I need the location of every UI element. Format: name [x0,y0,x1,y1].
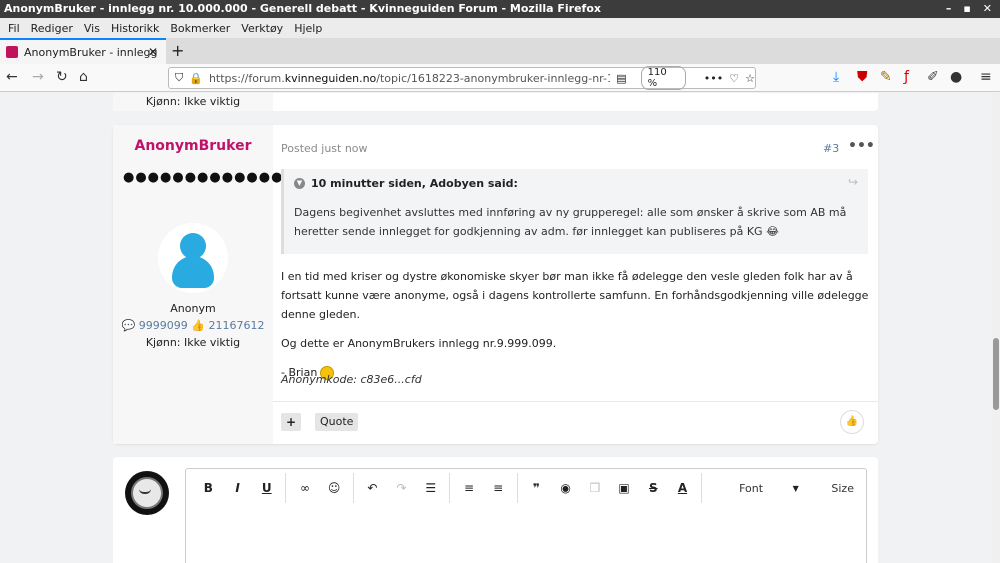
reload-icon[interactable]: ↻ [56,69,68,85]
site-favicon-icon [6,46,18,58]
text-color-icon[interactable]: A [672,481,693,495]
align-center-icon[interactable]: ≡ [488,481,509,495]
window-title: AnonymBruker - innlegg nr. 10.000.000 - … [4,2,601,15]
author-stats: 💬 9999099 👍 21167612 [113,319,273,332]
url-bar[interactable]: ⛉ 🔒 https://forum.kvinneguiden.no/topic/… [168,66,756,90]
downloads-icon[interactable]: ⤓ [833,69,839,85]
like-icon[interactable]: 👍 [840,410,864,434]
multiquote-button[interactable]: + [281,413,301,431]
post-paragraph: Og dette er AnonymBrukers innlegg nr.9.9… [281,337,557,350]
italic-icon[interactable]: I [227,481,248,495]
menu-bar: Fil Rediger Vis Historikk Bokmerker Verk… [0,18,1000,38]
font-dropdown-icon[interactable]: ▼ [786,484,805,493]
post-footer-divider [273,401,878,402]
reply-editor-card: B I U ∞ ☺ ↶ ↷ ☰ ≡ ≡ ❞ ◉ ❐ ▣ S A Font ▼ S… [113,457,878,563]
window-controls: – ▪ ✕ [946,0,992,18]
back-icon[interactable]: ← [6,69,18,85]
post-menu-icon[interactable]: ••• [848,138,875,154]
browser-tab[interactable]: AnonymBruker - innlegg ✕ [0,38,166,64]
bold-icon[interactable]: B [198,481,219,495]
quote-block: ▼ 10 minutter siden, Adobyen said: ↪ Dag… [281,169,868,254]
reply-editor[interactable]: B I U ∞ ☺ ↶ ↷ ☰ ≡ ≡ ❞ ◉ ❐ ▣ S A Font ▼ S… [185,468,867,563]
forward-icon[interactable]: → [32,69,44,85]
navigation-bar: ← → ↻ ⌂ ⛉ 🔒 https://forum.kvinneguiden.n… [0,64,1000,92]
shield-icon: ⛉ [175,71,184,84]
author-label: Anonym [170,302,216,315]
quote-header[interactable]: ▼ 10 minutter siden, Adobyen said: [294,177,518,190]
author-panel: AnonymBruker ●●●●●●●●●●●●●●● Anonym 💬 99… [113,125,309,444]
more-actions-icon[interactable]: ••• [704,72,723,85]
window-titlebar: AnonymBruker - innlegg nr. 10.000.000 - … [0,0,1000,18]
likes-count: 21167612 [208,319,265,332]
editor-toolbar: B I U ∞ ☺ ↶ ↷ ☰ ≡ ≡ ❞ ◉ ❐ ▣ S A Font ▼ S… [186,469,866,507]
share-arrow-icon[interactable]: ↪ [848,175,858,189]
flash-extension-icon[interactable]: ƒ [904,69,909,85]
previous-author-panel: Kjønn: Ikke viktig [113,93,273,111]
hamburger-menu-icon[interactable]: ≡ [980,69,992,85]
rank-dots: ●●●●●●●●●●●●●●● [123,170,309,185]
forum-post: AnonymBruker ●●●●●●●●●●●●●●● Anonym 💬 99… [113,125,878,444]
tab-close-icon[interactable]: ✕ [148,45,158,59]
anon-code: Anonymkode: c83e6...cfd [281,373,422,386]
paste-icon[interactable]: ▣ [613,481,634,495]
align-left-icon[interactable]: ≡ [458,481,479,495]
redo-icon[interactable]: ↷ [391,481,412,495]
quote-button[interactable]: Quote [315,413,359,431]
undo-icon[interactable]: ↶ [362,481,383,495]
quote-text: Dagens begivenhet avsluttes med innførin… [294,206,847,238]
preview-eye-icon[interactable]: ◉ [555,481,576,495]
quote-citation: 10 minutter siden, Adobyen said: [311,177,518,190]
menu-file[interactable]: Fil [4,22,27,35]
account-icon[interactable]: ● [950,69,962,85]
minimize-button[interactable]: – [946,0,952,18]
reader-view-icon[interactable]: ▤ [616,72,626,85]
user-avatar[interactable] [125,471,169,515]
bookmark-star-icon[interactable]: ☆ [745,72,755,85]
strikethrough-icon[interactable]: S [643,481,664,495]
previous-post: Kjønn: Ikke viktig [113,93,878,111]
bullet-list-icon[interactable]: ☰ [420,481,441,495]
post-paragraph: I en tid med kriser og dystre økonomiske… [281,270,869,321]
link-icon[interactable]: ∞ [294,481,315,495]
page-content: Kjønn: Ikke viktig AnonymBruker ●●●●●●●●… [0,93,1000,563]
thumbs-up-icon: 👍 [191,319,205,332]
menu-bookmarks[interactable]: Bokmerker [166,22,237,35]
copy-icon[interactable]: ❐ [584,481,605,495]
ublock-icon[interactable]: ⛊ [857,69,868,85]
pocket-icon[interactable]: ♡ [729,72,739,85]
menu-view[interactable]: Vis [80,22,107,35]
home-icon[interactable]: ⌂ [79,69,88,85]
tab-bar: AnonymBruker - innlegg ✕ + [0,38,1000,64]
author-gender: Kjønn: Ikke viktig [145,336,241,349]
close-window-button[interactable]: ✕ [983,0,992,18]
extension-icon[interactable]: ✎ [880,69,892,85]
posts-count: 9999099 [138,319,188,332]
underline-icon[interactable]: U [256,481,277,495]
new-tab-button[interactable]: + [171,41,184,60]
page-scrollbar[interactable] [992,93,1000,563]
post-number[interactable]: #3 [823,142,839,155]
extension-badge-icon[interactable]: ✐ [927,69,939,85]
quote-icon[interactable]: ❞ [526,481,547,495]
emoji-icon[interactable]: ☺ [324,481,345,495]
tab-title: AnonymBruker - innlegg [24,45,158,59]
lock-icon: 🔒 [189,71,203,85]
menu-help[interactable]: Hjelp [290,22,329,35]
maximize-button[interactable]: ▪ [963,0,970,18]
menu-tools[interactable]: Verktøy [237,22,290,35]
previous-gender: Kjønn: Ikke viktig [145,95,241,108]
menu-history[interactable]: Historikk [107,22,166,35]
font-select[interactable]: Font [724,482,778,495]
chevron-down-icon[interactable]: ▼ [294,178,305,189]
scrollbar-thumb[interactable] [993,338,999,410]
menu-edit[interactable]: Rediger [27,22,80,35]
zoom-level[interactable]: 110 % [640,66,686,90]
author-name[interactable]: AnonymBruker [113,138,273,154]
comments-icon: 💬 [121,319,136,332]
avatar[interactable] [158,223,228,293]
url-text[interactable]: https://forum.kvinneguiden.no/topic/1618… [209,72,610,85]
size-select[interactable]: Size [823,482,862,495]
posted-time[interactable]: Posted just now [281,142,368,155]
